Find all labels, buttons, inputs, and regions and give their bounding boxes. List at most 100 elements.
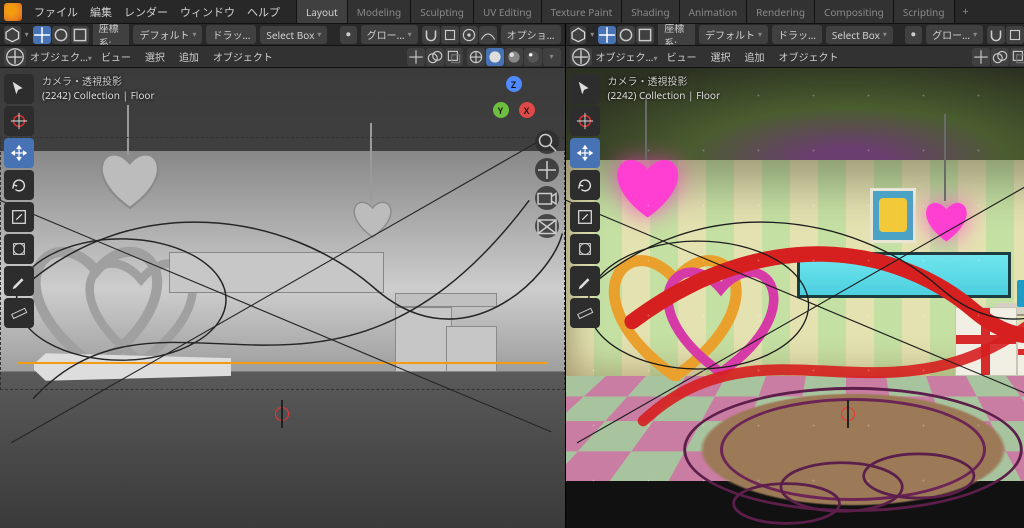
gizmo-scale-icon[interactable] [71, 26, 89, 44]
tool-rotate[interactable] [570, 170, 600, 200]
menu-edit[interactable]: 編集 [84, 1, 118, 23]
snap-cluster [422, 26, 497, 44]
tool-move[interactable] [570, 138, 600, 168]
tool-transform[interactable] [570, 234, 600, 264]
gizmo-rotate-icon[interactable] [617, 26, 635, 44]
shading-wire-icon[interactable] [467, 48, 485, 66]
options-dropdown[interactable]: オプショ… [501, 25, 561, 44]
object-mode-dropdown[interactable]: オブジェク…▾ [596, 49, 658, 64]
tool-shelf [570, 74, 600, 328]
proportional-falloff-icon[interactable] [479, 26, 497, 44]
interaction-mode-icon[interactable] [570, 26, 587, 44]
show-overlays-icon[interactable] [426, 48, 444, 66]
select-mode-dropdown[interactable]: Select Box▾ [826, 26, 893, 44]
menu-view[interactable]: ビュー [96, 47, 136, 66]
workspace-scripting[interactable]: Scripting [894, 0, 955, 23]
menu-window[interactable]: ウィンドウ [174, 1, 241, 23]
menu-add[interactable]: 追加 [739, 47, 769, 66]
workspace-modeling[interactable]: Modeling [348, 0, 411, 23]
shading-rendered-icon[interactable] [524, 48, 542, 66]
show-gizmo-icon[interactable] [407, 48, 425, 66]
tool-cursor[interactable] [570, 106, 600, 136]
editor-type-icon[interactable] [4, 48, 26, 66]
tool-select-box[interactable] [570, 74, 600, 104]
workspace-texpaint[interactable]: Texture Paint [542, 0, 623, 23]
snap-toggle-icon[interactable] [987, 26, 1005, 44]
snap-target-icon[interactable] [441, 26, 459, 44]
gizmo-scale-icon[interactable] [636, 26, 654, 44]
xray-icon[interactable] [445, 48, 463, 66]
pivot-icon[interactable] [340, 26, 357, 44]
gizmo-rotate-icon[interactable] [52, 26, 70, 44]
workspace-animation[interactable]: Animation [680, 0, 748, 23]
tool-rotate[interactable] [4, 170, 34, 200]
orientation-dropdown[interactable]: デフォルト▾ [699, 25, 768, 44]
snap-toggle-icon[interactable] [422, 26, 440, 44]
menu-object[interactable]: オブジェクト [773, 47, 843, 66]
shading-solid-icon[interactable] [486, 48, 504, 66]
drag-dropdown[interactable]: ドラッ… [772, 25, 822, 44]
workspace-uv[interactable]: UV Editing [474, 0, 542, 23]
gizmo-move-icon[interactable] [33, 26, 51, 44]
transform-space-dropdown[interactable]: グロー…▾ [926, 25, 983, 44]
menu-select[interactable]: 選択 [705, 47, 735, 66]
tool-measure[interactable] [570, 298, 600, 328]
workspace-sculpting[interactable]: Sculpting [411, 0, 474, 23]
menu-add[interactable]: 追加 [174, 47, 204, 66]
nav-gizmo[interactable]: Z Y X [491, 76, 537, 122]
workspace-layout[interactable]: Layout [297, 0, 348, 23]
top-menu-bar: ファイル 編集 レンダー ウィンドウ ヘルプ Layout Modeling S… [0, 0, 1024, 24]
tool-scale[interactable] [570, 202, 600, 232]
menu-object[interactable]: オブジェクト [208, 47, 278, 66]
axis-x-icon[interactable]: X [519, 102, 535, 118]
tool-scale[interactable] [4, 202, 34, 232]
tool-select-box[interactable] [4, 74, 34, 104]
axis-y-icon[interactable]: Y [493, 102, 509, 118]
tool-transform[interactable] [4, 234, 34, 264]
orientation-dropdown[interactable]: デフォルト▾ [133, 25, 202, 44]
drag-dropdown[interactable]: ドラッ… [206, 25, 256, 44]
menu-select[interactable]: 選択 [140, 47, 170, 66]
xray-icon[interactable] [1010, 48, 1024, 66]
tool-settings-bar: ▾ 座標系: デフォルト▾ ドラッ… Select Box▾ グロー…▾ オプシ… [566, 24, 1024, 46]
shading-options-caret-icon[interactable]: ▾ [543, 48, 561, 66]
pan-icon[interactable] [535, 158, 559, 182]
editor-type-icon[interactable] [570, 48, 592, 66]
proportional-edit-icon[interactable] [460, 26, 478, 44]
3d-cursor-icon [272, 404, 292, 424]
perspective-toggle-icon[interactable] [535, 214, 559, 238]
tool-annotate[interactable] [4, 266, 34, 296]
gizmo-move-icon[interactable] [598, 26, 616, 44]
menu-render[interactable]: レンダー [118, 1, 174, 23]
workspace-rendering[interactable]: Rendering [747, 0, 815, 23]
tool-settings-bar: ▾ 座標系: デフォルト▾ ドラッ… Select Box▾ グロー…▾ オプシ… [0, 24, 565, 46]
menu-view[interactable]: ビュー [661, 47, 701, 66]
tool-move[interactable] [4, 138, 34, 168]
caret-icon: ▾ [25, 29, 29, 40]
tool-measure[interactable] [4, 298, 34, 328]
axis-z-icon[interactable]: Z [506, 76, 522, 92]
camera-view-icon[interactable] [535, 186, 559, 210]
shading-matprev-icon[interactable] [505, 48, 523, 66]
show-overlays-icon[interactable] [991, 48, 1009, 66]
caret-icon: ▾ [590, 29, 594, 40]
workspace-shading[interactable]: Shading [622, 0, 679, 23]
snap-target-icon[interactable] [1006, 26, 1024, 44]
object-mode-dropdown[interactable]: オブジェク…▾ [30, 49, 92, 64]
zoom-icon[interactable] [535, 130, 559, 154]
viewport-canvas-rendered[interactable]: カメラ・透視投影 (2242) Collection | Floor Z Y X [566, 68, 1024, 528]
tool-cursor[interactable] [4, 106, 34, 136]
transform-space-dropdown[interactable]: グロー…▾ [361, 25, 418, 44]
menu-help[interactable]: ヘルプ [241, 1, 286, 23]
viewport-canvas-solid[interactable]: カメラ・透視投影 (2242) Collection | Floor Z Y X [0, 68, 565, 528]
editor-header: オブジェク…▾ ビュー 選択 追加 オブジェクト ▾ [566, 46, 1024, 68]
menu-file[interactable]: ファイル [28, 1, 84, 23]
select-mode-dropdown[interactable]: Select Box▾ [260, 26, 327, 44]
workspace-compositing[interactable]: Compositing [815, 0, 894, 23]
workspace-add-button[interactable]: + [955, 0, 977, 23]
nav-buttons [535, 130, 559, 238]
show-gizmo-icon[interactable] [972, 48, 990, 66]
interaction-mode-icon[interactable] [4, 26, 21, 44]
tool-annotate[interactable] [570, 266, 600, 296]
pivot-icon[interactable] [905, 26, 922, 44]
